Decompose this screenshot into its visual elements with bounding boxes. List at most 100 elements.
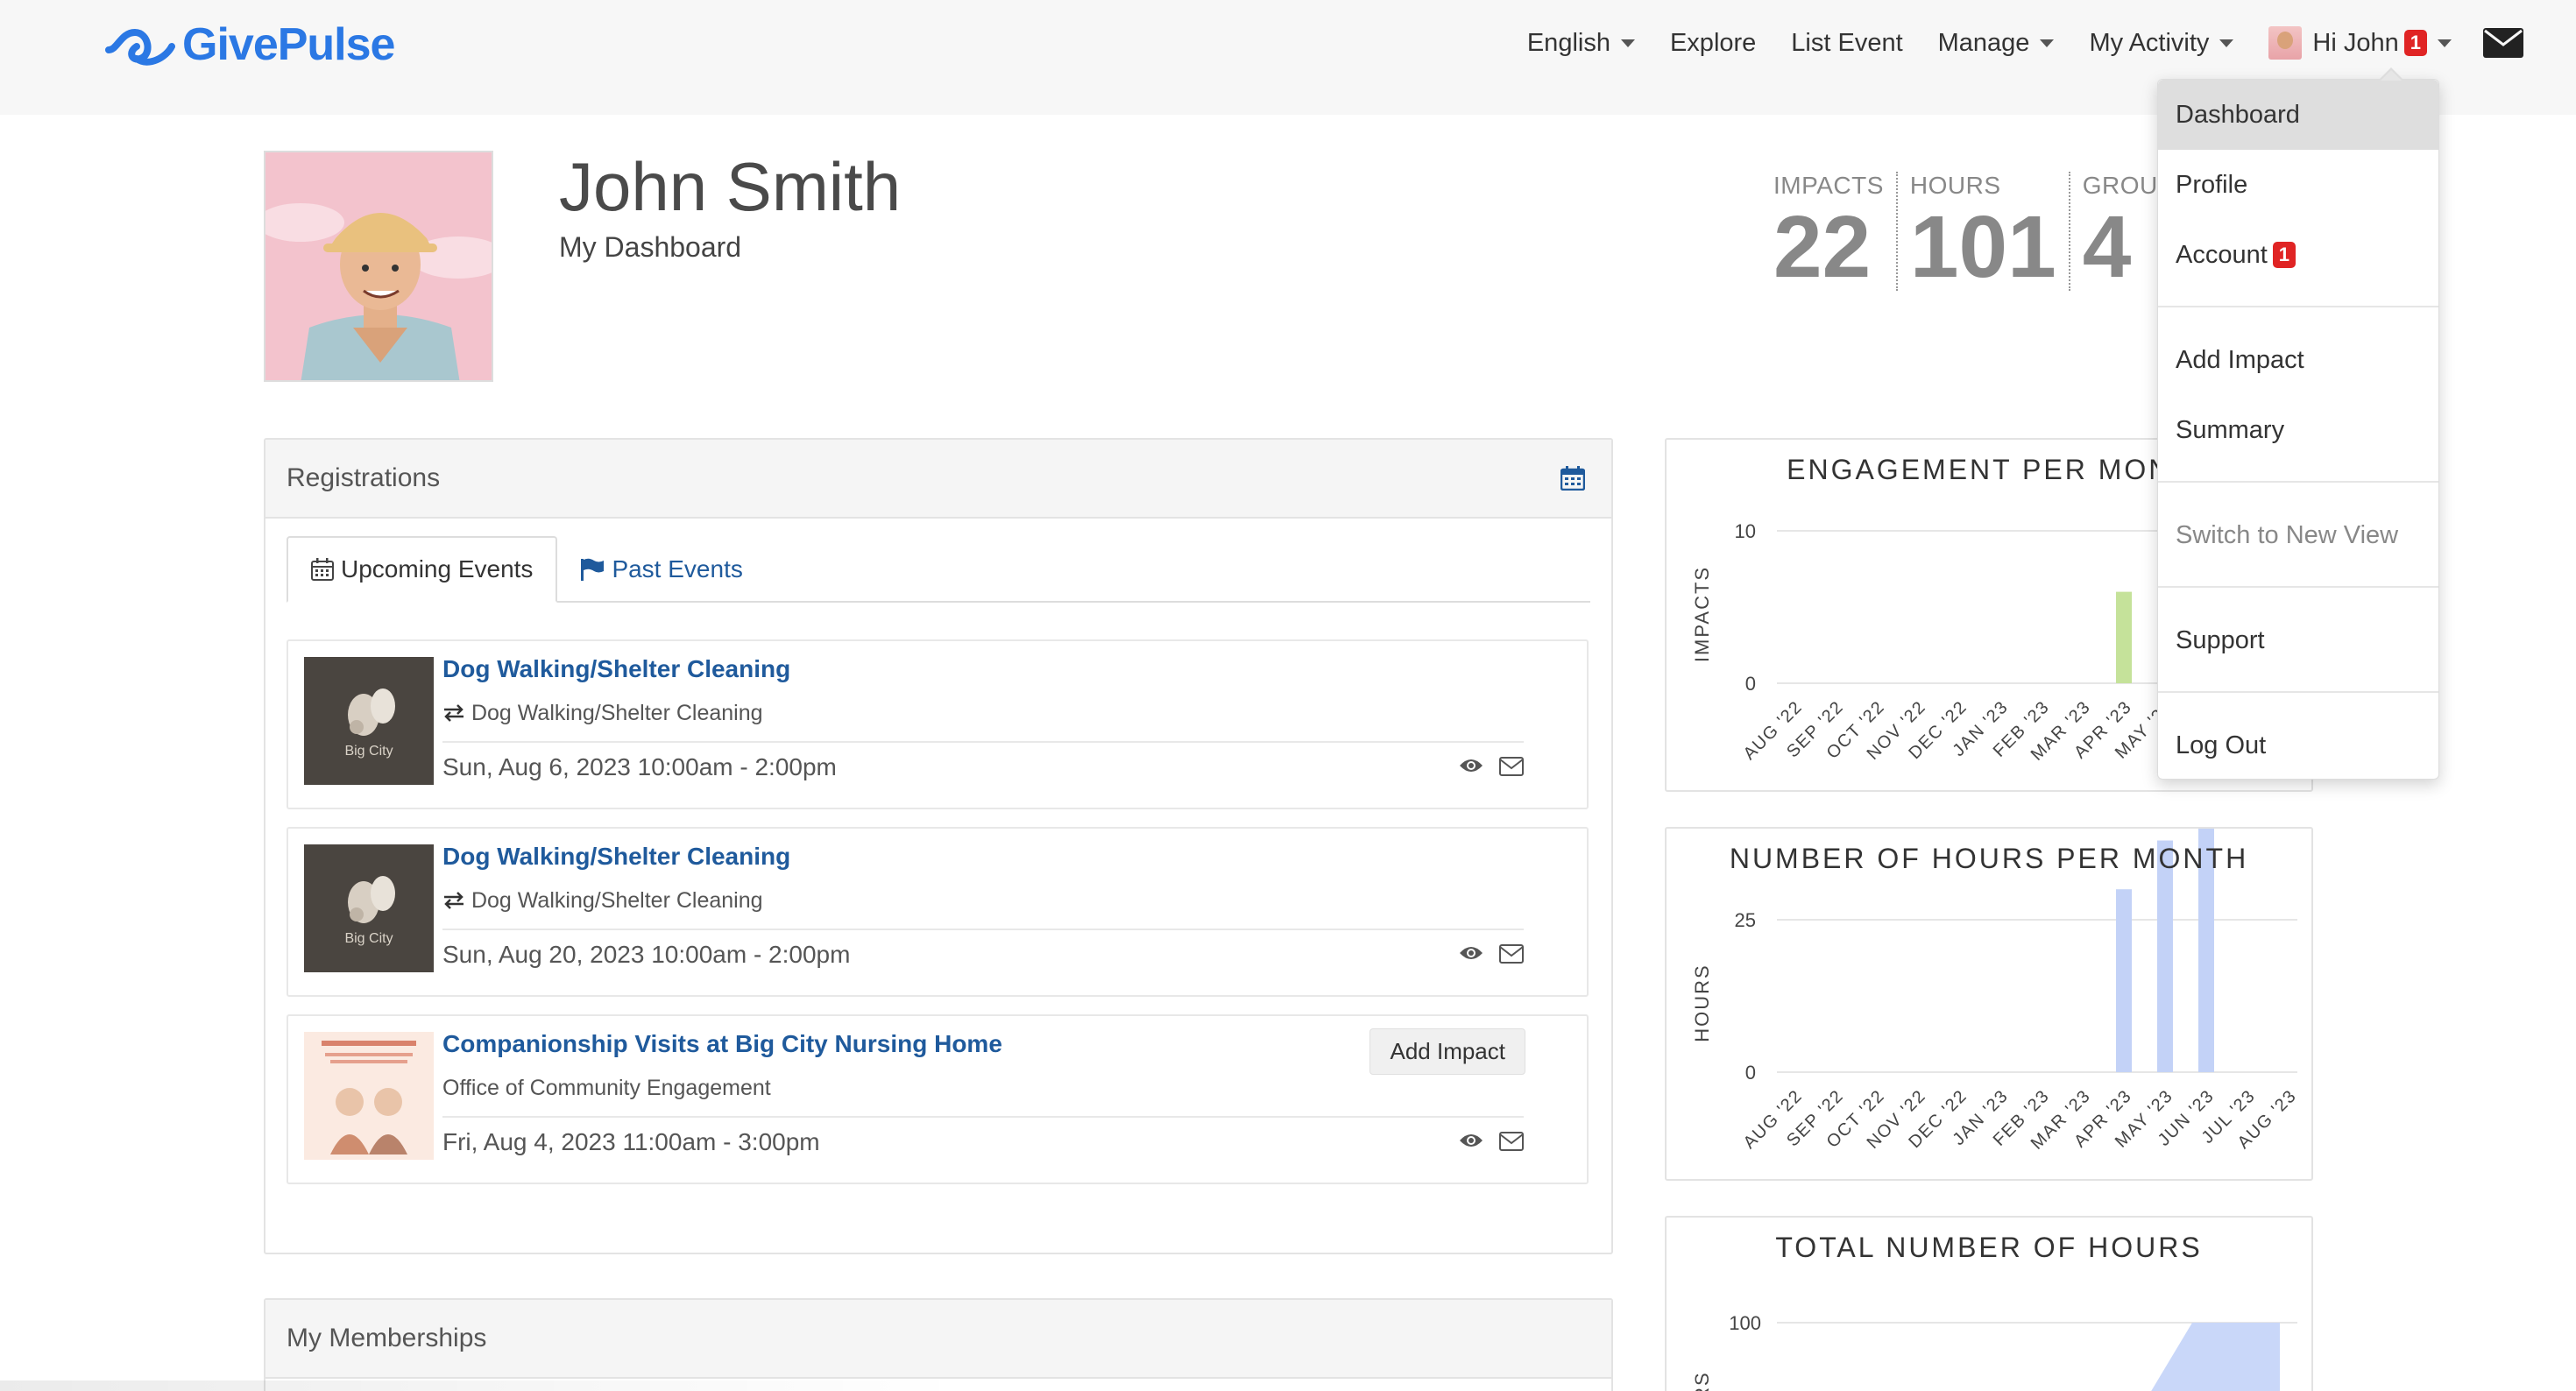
calendar-icon[interactable] [1560,466,1586,498]
event-date: Fri, Aug 4, 2023 11:00am - 3:00pm [442,1128,820,1155]
menu-item-label: Add Impact [2176,345,2304,374]
my-activity-dropdown[interactable]: My Activity [2089,29,2234,58]
registrations-tabs: Upcoming Events Past Events [287,536,1590,603]
caret-down-icon [2040,39,2055,47]
menu-item-label: Summary [2176,415,2285,444]
language-label: English [1526,28,1610,57]
event-card: Big City Dog Walking/Shelter Cleaning Do… [287,827,1589,997]
explore-link[interactable]: Explore [1670,29,1756,58]
menu-item-label: Support [2176,625,2265,654]
menu-item-support[interactable]: Support [2158,605,2438,675]
event-image[interactable] [304,1032,434,1160]
hours-per-month-chart: 250HOURSAUG '22SEP '22OCT '22NOV '22DEC … [1691,829,2301,1154]
account-badge: 1 [2272,242,2296,268]
stat-label: IMPACTS [1773,172,1884,199]
y-axis-label: HOURS [1691,1371,1713,1391]
event-org-label: Office of Community Engagement [442,1076,771,1100]
notification-badge: 1 [2403,30,2427,56]
list-event-link[interactable]: List Event [1791,29,1902,58]
event-actions [1443,944,1524,968]
menu-divider [2158,586,2438,588]
event-actions [1443,757,1524,780]
registrations-header: Registrations [265,440,1611,519]
registrations-panel: Registrations Upcoming Events Past Event… [264,438,1613,1254]
menu-item-label: Log Out [2176,731,2267,759]
stat-hours: HOURS 101 [1898,172,2070,291]
bar [2116,591,2132,683]
messages-button[interactable] [2483,28,2523,58]
user-dropdown-menu: Dashboard Profile Account 1 Add Impact S… [2157,67,2439,780]
menu-divider [2158,691,2438,693]
cartoon-avatar-image [265,152,492,380]
shelter-logo-image: Big City [304,844,434,972]
envelope-icon[interactable] [1499,944,1524,968]
exchange-icon [444,704,464,722]
caret-down-icon [1620,39,1635,47]
event-org-label: Dog Walking/Shelter Cleaning [471,701,763,725]
divider [442,1116,1524,1118]
registrations-title: Registrations [287,463,441,492]
stat-label: GROU [2082,172,2158,199]
eye-icon[interactable] [1459,1132,1483,1155]
profile-subtitle: My Dashboard [559,231,742,263]
divider [442,741,1524,743]
event-title-link[interactable]: Dog Walking/Shelter Cleaning [442,655,790,683]
user-menu-toggle[interactable]: Hi John 1 [2268,26,2452,60]
envelope-icon[interactable] [1499,757,1524,780]
event-title-link[interactable]: Dog Walking/Shelter Cleaning [442,843,790,871]
event-actions [1443,1132,1524,1155]
main-nav: English Explore List Event Manage My Act… [1492,0,2576,86]
menu-item-label: Account [2176,240,2268,269]
tab-upcoming-events[interactable]: Upcoming Events [287,536,558,603]
envelope-icon[interactable] [1499,1132,1524,1155]
memberships-header: My Memberships [265,1300,1611,1379]
menu-item-dashboard[interactable]: Dashboard [2158,80,2438,150]
menu-item-profile[interactable]: Profile [2158,150,2438,220]
event-card: Big City Dog Walking/Shelter Cleaning Do… [287,639,1589,809]
stat-groups: GROU 4 [2070,172,2170,291]
nursing-home-flyer-image [304,1032,434,1160]
chart-title: TOTAL NUMBER OF HOURS [1775,1232,2203,1263]
event-date: Sun, Aug 20, 2023 10:00am - 2:00pm [442,941,851,968]
eye-icon[interactable] [1459,757,1483,780]
stat-value: 101 [1909,198,2056,296]
stat-label: HOURS [1909,172,2001,199]
tab-label: Past Events [612,555,743,583]
menu-divider [2158,481,2438,483]
event-image[interactable]: Big City [304,657,434,785]
user-avatar [2268,26,2303,60]
exchange-icon [444,892,464,909]
bar [2116,889,2132,1072]
manage-dropdown[interactable]: Manage [1938,29,2055,58]
menu-item-account[interactable]: Account 1 [2158,220,2438,290]
event-title-link[interactable]: Companionship Visits at Big City Nursing… [442,1030,1002,1058]
bar [2157,840,2173,1072]
profile-avatar[interactable] [264,151,493,382]
menu-item-label: Profile [2176,170,2248,199]
language-dropdown[interactable]: English [1527,29,1635,58]
hours-per-month-chart-card: 25 0 HOURS AUG '22 SEP '22 OCT '22 NOV '22 DEC … [1665,827,2313,1181]
stat-impacts: IMPACTS 22 [1772,172,1898,291]
event-image[interactable]: Big City [304,844,434,972]
menu-item-switch-view[interactable]: Switch to New View [2158,500,2438,570]
menu-item-add-impact[interactable]: Add Impact [2158,325,2438,395]
add-impact-button[interactable]: Add Impact [1369,1028,1525,1075]
y-tick-label: 10 [1735,520,1756,542]
memberships-panel: My Memberships [264,1298,1613,1391]
manage-label: Manage [1937,28,2030,57]
page-shadow [0,1380,964,1391]
menu-item-summary[interactable]: Summary [2158,395,2438,465]
menu-item-log-out[interactable]: Log Out [2158,710,2438,780]
event-org: Dog Walking/Shelter Cleaning [442,701,763,726]
stats-summary: IMPACTS 22 HOURS 101 GROU 4 [1772,172,2170,291]
event-date: Sun, Aug 6, 2023 10:00am - 2:00pm [442,753,837,780]
menu-item-label: Switch to New View [2176,520,2399,549]
tab-past-events[interactable]: Past Events [557,536,765,603]
caret-down-icon [2219,39,2234,47]
y-tick-label: 25 [1735,909,1756,931]
y-tick-label: 100 [1729,1312,1761,1334]
givepulse-logo[interactable]: GivePulse [105,18,395,72]
event-org: Office of Community Engagement [442,1076,771,1101]
eye-icon[interactable] [1459,944,1483,968]
event-org: Dog Walking/Shelter Cleaning [442,888,763,914]
